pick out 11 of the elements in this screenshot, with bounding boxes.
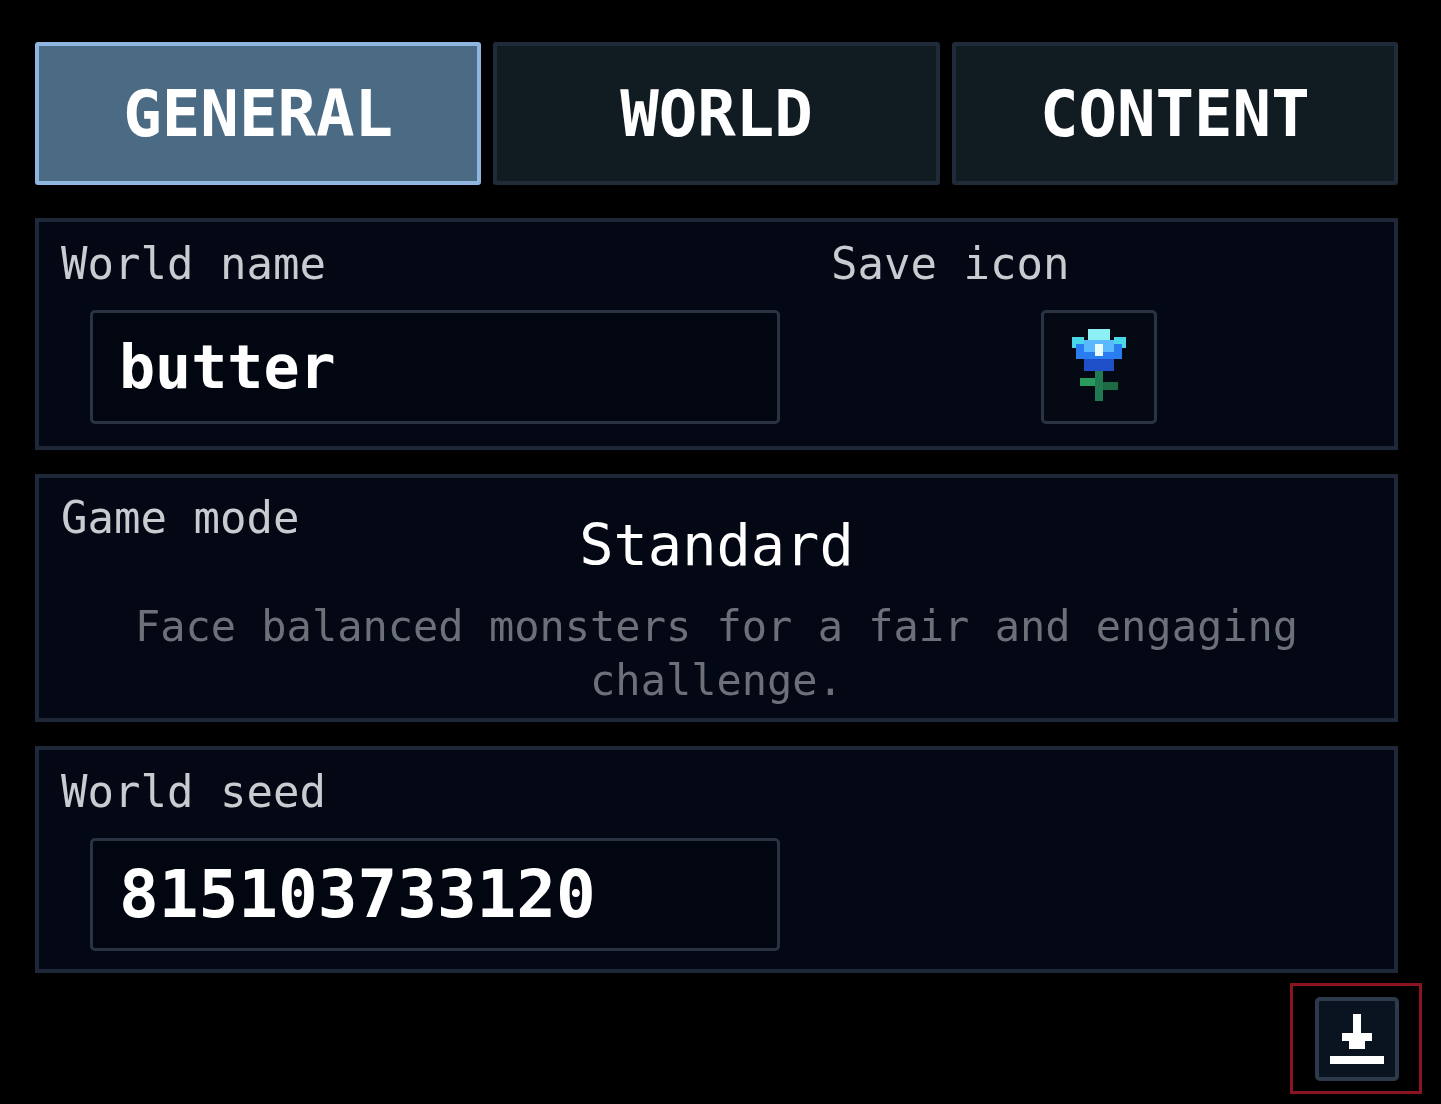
mode-description: Face balanced monsters for a fair and engaging challenge. xyxy=(133,601,1300,707)
tab[interactable]: CONTENT xyxy=(951,42,1398,185)
field-label: World name xyxy=(61,240,326,288)
tab[interactable]: GENERAL xyxy=(35,42,482,185)
field-label: Game mode xyxy=(61,492,300,543)
input-field[interactable]: butter xyxy=(90,310,780,424)
input-field[interactable]: 815103733120 xyxy=(90,838,780,951)
mode-value[interactable]: Standard xyxy=(579,512,854,578)
field-label: Save icon xyxy=(831,240,1070,288)
tab[interactable]: WORLD xyxy=(493,42,940,185)
field-label: World seed xyxy=(61,768,326,816)
